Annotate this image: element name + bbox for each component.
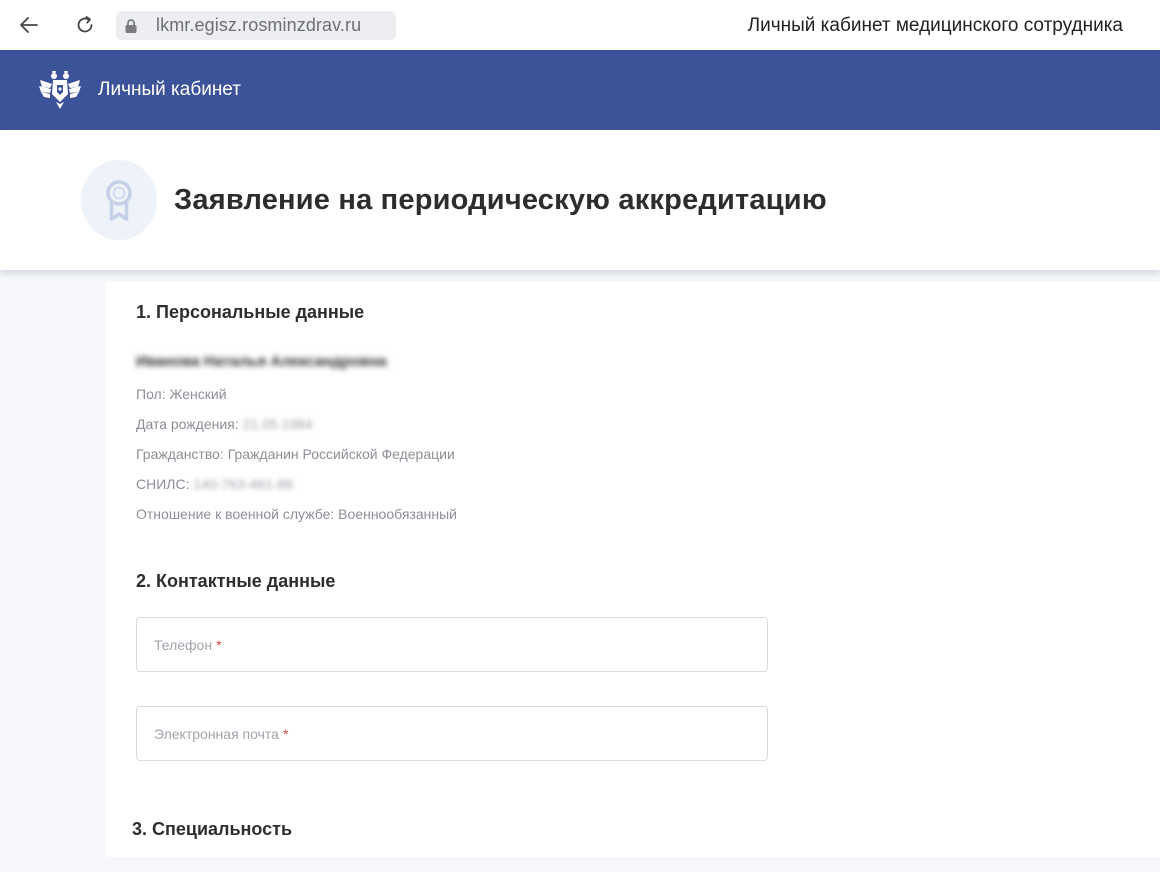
url-text[interactable]: lkmr.egisz.rosminzdrav.ru	[146, 15, 361, 36]
military-label: Отношение к военной службе:	[136, 506, 335, 522]
military-line: Отношение к военной службе: Военнообязан…	[136, 506, 457, 522]
gender-line: Пол: Женский	[136, 386, 227, 402]
arrow-left-icon	[20, 17, 38, 33]
snils-label: СНИЛС:	[136, 476, 190, 492]
citizenship-label: Гражданство:	[136, 446, 224, 462]
citizenship-line: Гражданство: Гражданин Российской Федера…	[136, 446, 455, 462]
military-value: Военнообязанный	[338, 506, 457, 522]
application-form: 1. Персональные данные Иванова Наталья А…	[106, 282, 1160, 857]
section-heading-contacts: 2. Контактные данные	[136, 571, 336, 591]
reload-icon	[77, 16, 93, 33]
phone-field-label: Телефон *	[154, 637, 222, 653]
page-title: Заявление на периодическую аккредитацию	[174, 184, 827, 216]
email-field[interactable]: Электронная почта *	[136, 706, 768, 761]
required-marker: *	[282, 726, 289, 742]
gender-value: Женский	[169, 386, 227, 402]
birthdate-label: Дата рождения:	[136, 416, 239, 432]
phone-field[interactable]: Телефон *	[136, 617, 768, 672]
phone-label-text: Телефон	[154, 637, 213, 653]
section-heading-personal: 1. Персональные данные	[136, 302, 365, 322]
site-header: Личный кабинет	[0, 50, 1160, 130]
snils-line: СНИЛС: 140-763-461-86	[136, 476, 293, 492]
birthdate-value: 21.05.1984	[242, 416, 313, 432]
browser-page-title: Личный кабинет медицинского сотрудника	[747, 15, 1123, 36]
reload-button[interactable]	[70, 10, 100, 40]
email-field-label: Электронная почта *	[154, 726, 288, 742]
birthdate-line: Дата рождения: 21.05.1984	[136, 416, 313, 432]
required-marker: *	[216, 637, 222, 653]
browser-toolbar: lkmr.egisz.rosminzdrav.ru Личный кабинет…	[0, 0, 1160, 50]
gender-label: Пол:	[136, 386, 166, 402]
lock-icon[interactable]	[116, 11, 146, 40]
section-heading-specialty: 3. Специальность	[132, 819, 293, 839]
citizenship-value: Гражданин Российской Федерации	[227, 446, 455, 462]
header-title[interactable]: Личный кабинет	[98, 79, 241, 101]
email-label-text: Электронная почта	[154, 726, 279, 742]
title-panel: Заявление на периодическую аккредитацию	[0, 130, 1160, 270]
address-bar[interactable]: lkmr.egisz.rosminzdrav.ru	[116, 11, 396, 40]
award-ribbon-icon	[81, 160, 157, 240]
snils-value: 140-763-461-86	[193, 476, 294, 492]
person-full-name: Иванова Наталья Александровна	[136, 353, 387, 370]
back-button[interactable]	[14, 10, 44, 40]
eagle-emblem-icon[interactable]	[38, 70, 82, 110]
